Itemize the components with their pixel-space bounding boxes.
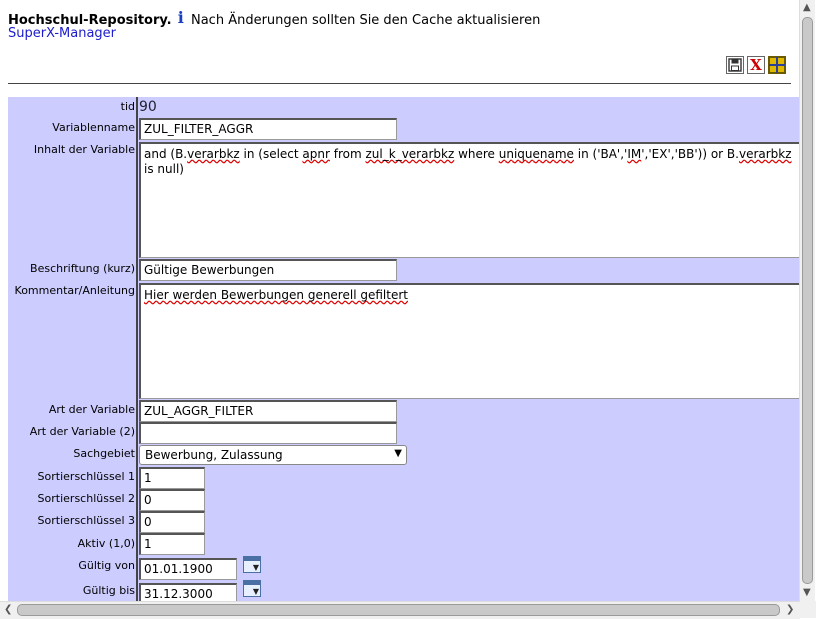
kommentar-text: Hier werden Bewerbungen generell gefilte…	[144, 288, 408, 302]
grid-icon[interactable]	[768, 56, 786, 74]
save-icon[interactable]	[726, 56, 744, 74]
kommentar-textarea[interactable]: Hier werden Bewerbungen generell gefilte…	[139, 283, 799, 399]
variable-form: tid 90 Variablenname ZUL_FILTER_AGGR Inh…	[8, 97, 799, 601]
toolbar: X	[726, 56, 786, 74]
tid-value: 90	[139, 99, 157, 115]
inhalt-text-part: IM	[627, 147, 642, 161]
column-divider	[136, 97, 138, 601]
vertical-scroll-thumb[interactable]	[802, 17, 813, 584]
art2-input[interactable]	[139, 422, 397, 444]
inhalt-text-part: verarbkz	[738, 147, 792, 161]
inhalt-text-part: in (select	[239, 147, 303, 161]
horizontal-scroll-thumb[interactable]	[17, 604, 780, 616]
inhalt-text-part: and (B.	[144, 147, 188, 161]
inhalt-text-part: where	[454, 147, 499, 161]
beschriftung-label: Beschriftung (kurz)	[30, 262, 135, 275]
variablenname-label: Variablenname	[52, 121, 135, 134]
inhalt-text-part: uniquename	[498, 147, 574, 161]
variablenname-input[interactable]: ZUL_FILTER_AGGR	[139, 118, 397, 140]
beschriftung-input[interactable]: Gültige Bewerbungen	[139, 259, 397, 281]
chevron-down-icon: ▼	[394, 448, 402, 459]
sachgebiet-label: Sachgebiet	[73, 447, 135, 460]
inhalt-text-part: apnr	[302, 147, 330, 161]
sachgebiet-select[interactable]: Bewerbung, Zulassung ▼	[139, 445, 407, 465]
kommentar-label: Kommentar/Anleitung	[14, 284, 135, 297]
aktiv-input[interactable]: 1	[139, 533, 205, 555]
tid-label: tid	[120, 100, 135, 113]
sort1-input[interactable]: 1	[139, 467, 205, 489]
inhalt-text-part: zul_k_verarbkz	[365, 147, 455, 161]
vertical-scrollbar[interactable]: ▲ ▼	[799, 0, 815, 601]
art2-label: Art der Variable (2)	[29, 425, 135, 438]
sort3-label: Sortierschlüssel 3	[37, 514, 135, 527]
inhalt-label: Inhalt der Variable	[33, 143, 135, 156]
inhalt-text-part: verarbkz	[187, 147, 240, 161]
sort2-label: Sortierschlüssel 2	[37, 492, 135, 505]
scroll-up-icon[interactable]: ▲	[803, 2, 811, 13]
sort3-input[interactable]: 0	[139, 511, 205, 533]
gueltig-bis-input[interactable]: 31.12.3000	[139, 583, 237, 601]
delete-icon[interactable]: X	[747, 56, 765, 74]
scroll-down-icon[interactable]: ▼	[803, 587, 811, 598]
divider	[8, 83, 791, 84]
cache-notice: Nach Änderungen sollten Sie den Cache ak…	[190, 13, 541, 28]
info-icon[interactable]: i	[178, 8, 184, 27]
calendar-icon[interactable]: ▼	[243, 556, 261, 573]
sort1-label: Sortierschlüssel 1	[37, 470, 135, 483]
art-label: Art der Variable	[48, 403, 135, 416]
inhalt-text-part: ','EX','BB')) or B.	[641, 147, 739, 161]
horizontal-scrollbar[interactable]: ❮ ❯	[0, 601, 800, 619]
sort2-input[interactable]: 0	[139, 489, 205, 511]
aktiv-label: Aktiv (1,0)	[77, 537, 135, 550]
inhalt-textarea[interactable]: and (B.verarbkz in (select apnr from zul…	[139, 142, 799, 258]
inhalt-text-part: is null)	[144, 162, 184, 176]
scroll-left-icon[interactable]: ❮	[4, 604, 12, 615]
gueltig-von-label: Gültig von	[78, 559, 135, 572]
inhalt-text-part: in ('BA','	[573, 147, 628, 161]
sachgebiet-selected: Bewerbung, Zulassung	[145, 448, 283, 462]
art-input[interactable]: ZUL_AGGR_FILTER	[139, 400, 397, 422]
gueltig-von-input[interactable]: 01.01.1900	[139, 558, 237, 580]
calendar-icon[interactable]: ▼	[243, 580, 261, 597]
inhalt-text-part: from	[329, 147, 366, 161]
gueltig-bis-label: Gültig bis	[82, 584, 135, 597]
scroll-right-icon[interactable]: ❯	[786, 604, 794, 615]
superx-manager-link[interactable]: SuperX-Manager	[8, 26, 116, 41]
scrollbar-corner	[800, 601, 816, 618]
